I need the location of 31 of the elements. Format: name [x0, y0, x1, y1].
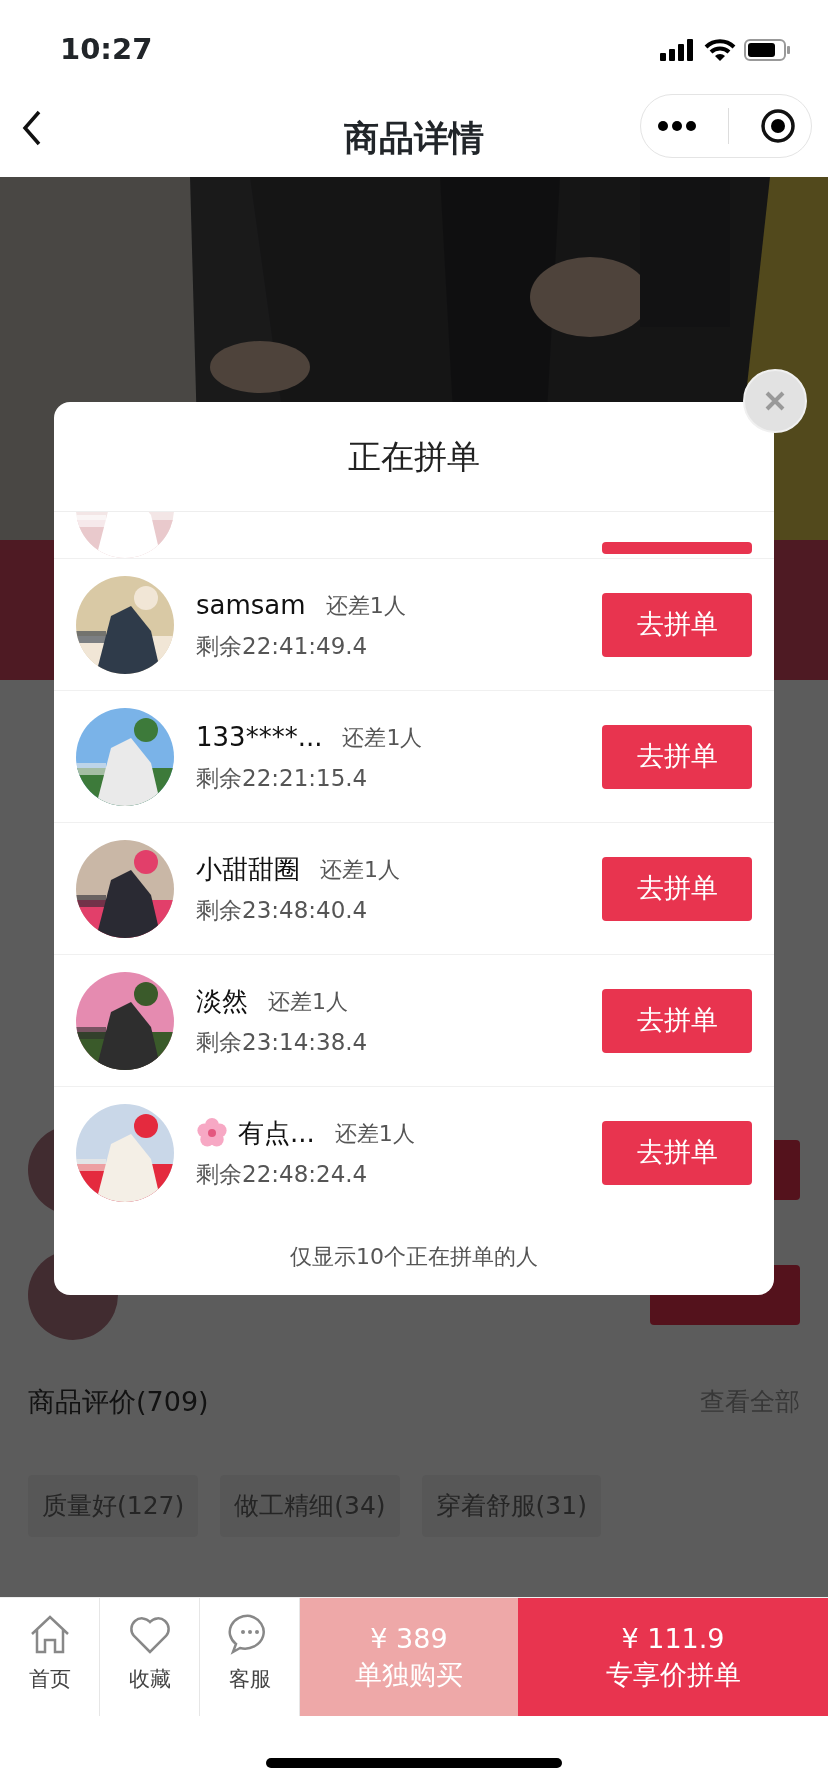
user-name: 有点...	[238, 1116, 315, 1150]
time-remaining: 剩余23:48:40.4	[196, 895, 369, 925]
time-remaining: 剩余22:48:24.4	[196, 1159, 369, 1189]
join-button[interactable]: 去拼单	[602, 724, 752, 789]
reviews-title: 商品评价(709)	[28, 1384, 209, 1419]
time-remaining: 剩余22:41:49.4	[196, 631, 369, 661]
members-needed: 还差1人	[325, 591, 406, 620]
members-needed: 还差1人	[268, 987, 348, 1016]
wifi-icon	[704, 38, 736, 62]
members-needed: 还差1人	[342, 723, 423, 752]
join-button[interactable]: 去拼单	[602, 856, 752, 921]
join-button[interactable]: 去拼单	[602, 592, 752, 657]
more-icon[interactable]	[656, 120, 697, 132]
time-remaining: 剩余22:21:15.4	[196, 763, 369, 793]
time-remaining: 剩余23:14:38.4	[196, 1027, 369, 1057]
target-icon[interactable]	[759, 108, 796, 144]
popup-footer-note: 仅显示10个正在拼单的人	[290, 1243, 538, 1271]
signal-icon	[660, 39, 696, 61]
page-title: 商品详情	[344, 117, 484, 161]
user-name: samsam	[196, 588, 306, 622]
user-name: 小甜甜圈	[196, 852, 300, 886]
battery-icon	[744, 38, 792, 62]
group-buy-button[interactable]: ¥ 111.9 专享价拼单	[518, 1598, 828, 1716]
user-name: 淡然	[196, 984, 248, 1018]
join-button[interactable]: 去拼单	[602, 1120, 752, 1185]
back-icon[interactable]	[22, 110, 42, 146]
members-needed: 还差1人	[320, 855, 400, 884]
members-needed: 还差1人	[334, 1119, 415, 1148]
join-button[interactable]: 去拼单	[602, 988, 752, 1053]
user-name: 133****...	[196, 720, 323, 754]
status-time: 10:27	[60, 31, 153, 69]
